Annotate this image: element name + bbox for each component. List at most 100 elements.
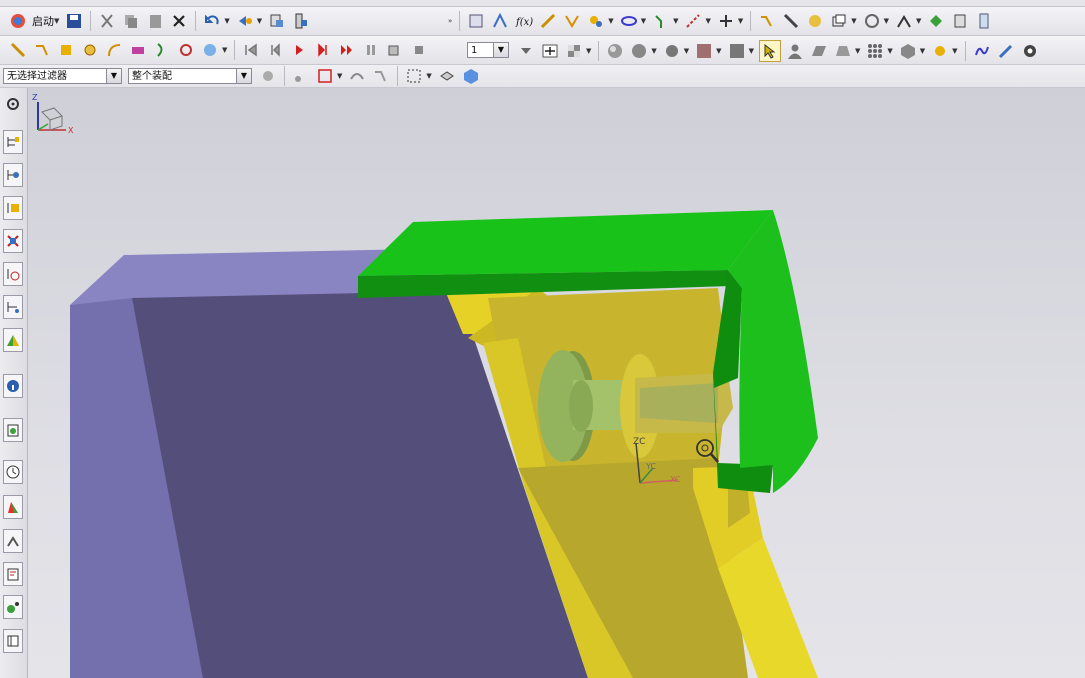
move-to-layer-icon[interactable] bbox=[516, 41, 536, 61]
roles-icon[interactable] bbox=[3, 328, 23, 352]
shaft-end[interactable] bbox=[569, 380, 593, 432]
measure-distance-icon[interactable] bbox=[781, 11, 801, 31]
render-icon[interactable] bbox=[805, 11, 825, 31]
clock-icon[interactable] bbox=[3, 460, 23, 484]
studio-icon[interactable] bbox=[727, 41, 747, 61]
chevron-down-icon[interactable]: ▼ bbox=[738, 17, 743, 25]
motion-setup-icon[interactable] bbox=[385, 40, 405, 60]
palette-icon[interactable] bbox=[3, 495, 23, 519]
transform-icon[interactable] bbox=[716, 11, 736, 31]
datum-icon[interactable] bbox=[538, 11, 558, 31]
layer-icon[interactable] bbox=[829, 11, 849, 31]
plane-icon[interactable] bbox=[809, 41, 829, 61]
spline-icon[interactable] bbox=[128, 40, 148, 60]
pattern-icon[interactable] bbox=[200, 40, 220, 60]
next-frame-icon[interactable] bbox=[313, 40, 333, 60]
delete-icon[interactable] bbox=[169, 11, 189, 31]
snap-settings-icon[interactable] bbox=[258, 66, 278, 86]
synchronous-icon[interactable] bbox=[926, 11, 946, 31]
chevron-down-icon[interactable]: ▼ bbox=[916, 17, 921, 25]
face-analysis-icon[interactable] bbox=[694, 41, 714, 61]
wireframe-icon[interactable] bbox=[662, 41, 682, 61]
sketch-icon[interactable] bbox=[490, 11, 510, 31]
chevron-down-icon[interactable]: ▼ bbox=[493, 43, 508, 57]
shaded-icon[interactable] bbox=[605, 41, 625, 61]
line-icon[interactable] bbox=[8, 40, 28, 60]
pin-rod-shade[interactable] bbox=[640, 383, 718, 423]
measure-icon[interactable] bbox=[619, 11, 639, 31]
chevron-down-icon[interactable]: ▼ bbox=[749, 47, 754, 55]
chevron-down-icon[interactable]: ▼ bbox=[920, 47, 925, 55]
chevron-down-icon[interactable]: ▼ bbox=[222, 46, 227, 54]
last-frame-icon[interactable] bbox=[337, 40, 357, 60]
motion-icon[interactable] bbox=[3, 529, 23, 553]
snap-box-icon[interactable] bbox=[315, 66, 335, 86]
boolean-icon[interactable] bbox=[683, 11, 703, 31]
reuse-library-icon[interactable] bbox=[3, 229, 23, 253]
part-navigator-icon[interactable] bbox=[3, 196, 23, 220]
feature-icon[interactable]: f(x) bbox=[514, 11, 534, 31]
paste-icon[interactable] bbox=[145, 11, 165, 31]
chevron-down-icon[interactable]: ▼ bbox=[426, 72, 431, 80]
chevron-down-icon[interactable]: ▼ bbox=[851, 17, 856, 25]
more-tools-icon[interactable]: » bbox=[448, 17, 452, 25]
chevron-down-icon[interactable]: ▼ bbox=[586, 47, 591, 55]
prev-frame-icon[interactable] bbox=[265, 40, 285, 60]
play-icon[interactable] bbox=[289, 40, 309, 60]
revolve-icon[interactable] bbox=[80, 40, 100, 60]
snap-curve-icon[interactable] bbox=[347, 66, 367, 86]
wcs-orient-icon[interactable] bbox=[540, 41, 560, 61]
snap-point-icon[interactable] bbox=[291, 66, 311, 86]
user-icon[interactable] bbox=[785, 41, 805, 61]
pause-icon[interactable] bbox=[361, 40, 381, 60]
chevron-down-icon[interactable]: ▼ bbox=[224, 17, 229, 25]
surface-icon[interactable] bbox=[833, 41, 853, 61]
drafting-icon[interactable] bbox=[950, 11, 970, 31]
curve-icon[interactable] bbox=[562, 11, 582, 31]
chevron-down-icon[interactable]: ▼ bbox=[257, 17, 262, 25]
pen-icon[interactable] bbox=[996, 41, 1016, 61]
chevron-down-icon[interactable]: ▼ bbox=[236, 69, 251, 83]
settings-icon[interactable] bbox=[3, 92, 23, 116]
trim-icon[interactable] bbox=[176, 40, 196, 60]
repeat-icon[interactable] bbox=[235, 11, 255, 31]
tools-icon[interactable] bbox=[930, 41, 950, 61]
process-icon[interactable] bbox=[3, 595, 23, 619]
manage-icon[interactable] bbox=[974, 11, 994, 31]
history-icon[interactable] bbox=[3, 262, 23, 286]
drafting-icon[interactable] bbox=[3, 562, 23, 586]
assembly-icon[interactable] bbox=[291, 11, 311, 31]
chevron-down-icon[interactable]: ▼ bbox=[705, 17, 710, 25]
offset-icon[interactable] bbox=[152, 40, 172, 60]
analysis-icon[interactable] bbox=[757, 11, 777, 31]
extrude-icon[interactable] bbox=[56, 40, 76, 60]
assembly-scope-select[interactable]: 整个装配 ▼ bbox=[128, 68, 252, 84]
chevron-down-icon[interactable]: ▼ bbox=[641, 17, 646, 25]
arc-icon[interactable] bbox=[32, 40, 52, 60]
chevron-down-icon[interactable]: ▼ bbox=[884, 17, 889, 25]
assembly-navigator-icon[interactable] bbox=[3, 130, 23, 154]
part-navigator-icon[interactable] bbox=[267, 11, 287, 31]
checker-icon[interactable] bbox=[564, 41, 584, 61]
spring-icon[interactable] bbox=[972, 41, 992, 61]
start-button-label[interactable]: 启动 bbox=[32, 13, 54, 29]
chevron-down-icon[interactable]: ▼ bbox=[673, 17, 678, 25]
grid-icon[interactable] bbox=[865, 41, 885, 61]
chevron-down-icon[interactable]: ▼ bbox=[54, 17, 59, 25]
layer-select[interactable]: 1 ▼ bbox=[467, 42, 509, 58]
cover-top-face[interactable] bbox=[358, 210, 773, 276]
chevron-down-icon[interactable]: ▼ bbox=[106, 69, 121, 83]
chevron-down-icon[interactable]: ▼ bbox=[684, 47, 689, 55]
point-icon[interactable] bbox=[586, 11, 606, 31]
wcs-icon[interactable] bbox=[862, 11, 882, 31]
undo-icon[interactable] bbox=[202, 11, 222, 31]
solid-select-icon[interactable] bbox=[461, 66, 481, 86]
cut-icon[interactable] bbox=[97, 11, 117, 31]
stop-icon[interactable] bbox=[409, 40, 429, 60]
first-frame-icon[interactable] bbox=[241, 40, 261, 60]
graphics-window[interactable]: ZC YC XC Z X bbox=[28, 88, 1085, 678]
box-select-icon[interactable] bbox=[404, 66, 424, 86]
constraint-navigator-icon[interactable] bbox=[3, 163, 23, 187]
snap-arc-icon[interactable] bbox=[371, 66, 391, 86]
cube-icon[interactable] bbox=[898, 41, 918, 61]
